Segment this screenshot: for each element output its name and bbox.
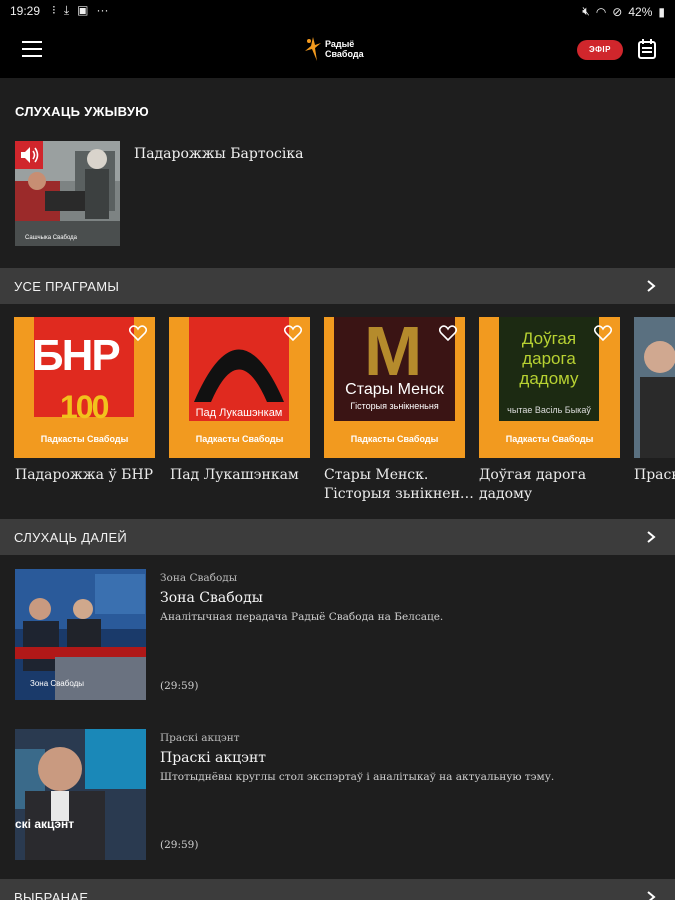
episode-duration: (29:59) <box>160 680 199 692</box>
radio-logo-icon <box>305 37 321 61</box>
status-time: 19:29 <box>10 4 41 18</box>
episode-program: Праскі акцэнт <box>160 732 240 744</box>
tile-art-shape <box>194 349 284 402</box>
episode-description: Аналітычная перадача Радыё Свабода на Бе… <box>160 611 444 623</box>
chevron-right-icon <box>647 531 656 543</box>
podcast-tag: Падкасты Свабоды <box>195 434 284 444</box>
heart-icon[interactable] <box>284 325 302 341</box>
favorites-label: ВЫБРАНАЕ <box>14 890 89 900</box>
episode-thumbnail[interactable]: Зона Свабоды <box>15 569 146 700</box>
continue-listening-label: СЛУХАЦЬ ДАЛЕЙ <box>14 530 128 545</box>
live-thumb-caption: Сашчыка Свабода <box>25 235 78 241</box>
episode-title[interactable]: Праскі акцэнт <box>160 750 266 766</box>
logo-line2: Свабода <box>325 49 364 59</box>
all-programs-label: УСЕ ПРАГРАМЫ <box>14 279 120 294</box>
favorites-bar[interactable]: ВЫБРАНАЕ <box>0 879 675 900</box>
schedule-icon[interactable] <box>638 39 656 59</box>
app-logo: Радыё Свабода <box>303 35 364 63</box>
heart-icon[interactable] <box>129 325 147 341</box>
program-tile[interactable]: M Стары Менск Гісторыя зьнікненьня Падка… <box>324 317 465 458</box>
dnd-icon: ⊘ <box>612 4 623 19</box>
episode-thumb-caption: Зона Свабоды <box>30 679 85 688</box>
chevron-right-icon <box>647 891 656 900</box>
episode-photo <box>15 729 146 860</box>
download-icon: ⤓ <box>63 3 70 17</box>
heart-icon[interactable] <box>439 325 457 341</box>
tile-art-photo <box>634 317 675 458</box>
program-tile[interactable]: Доўгая дарога дадому чытае Васіль Быкаў … <box>479 317 620 458</box>
app-bar: Радыё Свабода ЭФІР <box>0 24 675 78</box>
tile-art-letter: M <box>364 317 423 390</box>
more-icon: ··· <box>96 3 109 17</box>
program-title[interactable]: Праск <box>634 466 675 485</box>
episode-thumb-caption: скі акцэнт <box>15 817 75 831</box>
tile-art-title: Пад Лукашэнкам <box>195 407 283 419</box>
wifi-icon: ◠ <box>595 4 607 19</box>
program-tile[interactable] <box>634 317 675 458</box>
tile-art-title: Доўгая дарога дадому <box>519 329 579 388</box>
mute-icon: 🔇︎ <box>582 4 590 18</box>
podcast-tag: Падкасты Свабоды <box>505 434 594 444</box>
program-title[interactable]: Падарожжа ў БНР <box>15 466 165 485</box>
live-speaker-badge <box>15 141 43 169</box>
tile-art-number: 100 <box>60 389 109 425</box>
episode-program: Зона Свабоды <box>160 572 238 584</box>
menu-icon[interactable] <box>22 41 42 57</box>
program-title[interactable]: Стары Менск. Гісторыя зьнікнен… <box>324 466 474 504</box>
notification-icons: ⁝ ⤓ ▣ ··· <box>52 3 108 18</box>
program-tile[interactable]: БНР 100 Падкасты Свабоды <box>14 317 155 458</box>
live-section-title: СЛУХАЦЬ УЖЫВУЮ <box>15 104 149 119</box>
speaker-icon <box>21 147 39 163</box>
system-icons: 🔇︎ ◠ ⊘ 42% ▮ <box>582 4 665 19</box>
program-title[interactable]: Пад Лукашэнкам <box>170 466 320 485</box>
tile-art-title: БНР <box>32 331 121 380</box>
status-bar: 19:29 ⁝ ⤓ ▣ ··· 🔇︎ ◠ ⊘ 42% ▮ <box>0 0 675 24</box>
continue-listening-bar[interactable]: СЛУХАЦЬ ДАЛЕЙ <box>0 519 675 555</box>
logo-line1: Радыё <box>325 39 355 49</box>
podcast-tag: Падкасты Свабоды <box>40 434 129 444</box>
live-program-thumbnail[interactable]: Сашчыка Свабода <box>15 141 120 246</box>
all-programs-bar[interactable]: УСЕ ПРАГРАМЫ <box>0 268 675 304</box>
episode-title[interactable]: Зона Свабоды <box>160 590 263 606</box>
image-icon: ▣ <box>77 3 89 17</box>
heart-icon[interactable] <box>594 325 612 341</box>
tile-art-subtitle: Гісторыя зьнікненьня <box>350 401 439 411</box>
episode-duration: (29:59) <box>160 839 199 851</box>
episode-description: Штотыднёвы круглы стол экспэртаў і аналі… <box>160 771 555 783</box>
tile-art-title: Стары Менск <box>345 381 444 398</box>
tile-art-subtitle: чытае Васіль Быкаў <box>507 405 591 415</box>
live-button[interactable]: ЭФІР <box>577 40 623 60</box>
live-program-title[interactable]: Падарожжы Бартосіка <box>134 146 303 162</box>
program-title[interactable]: Доўгая дарога дадому <box>479 466 619 504</box>
chevron-right-icon <box>647 280 656 292</box>
notification-dot-icon: ⁝ <box>52 3 56 17</box>
podcast-tag: Падкасты Свабоды <box>350 434 439 444</box>
program-tile[interactable]: Пад Лукашэнкам Падкасты Свабоды <box>169 317 310 458</box>
battery-icon: ▮ <box>658 4 665 19</box>
episode-thumbnail[interactable]: скі акцэнт <box>15 729 146 860</box>
battery-percent: 42% <box>628 4 653 19</box>
